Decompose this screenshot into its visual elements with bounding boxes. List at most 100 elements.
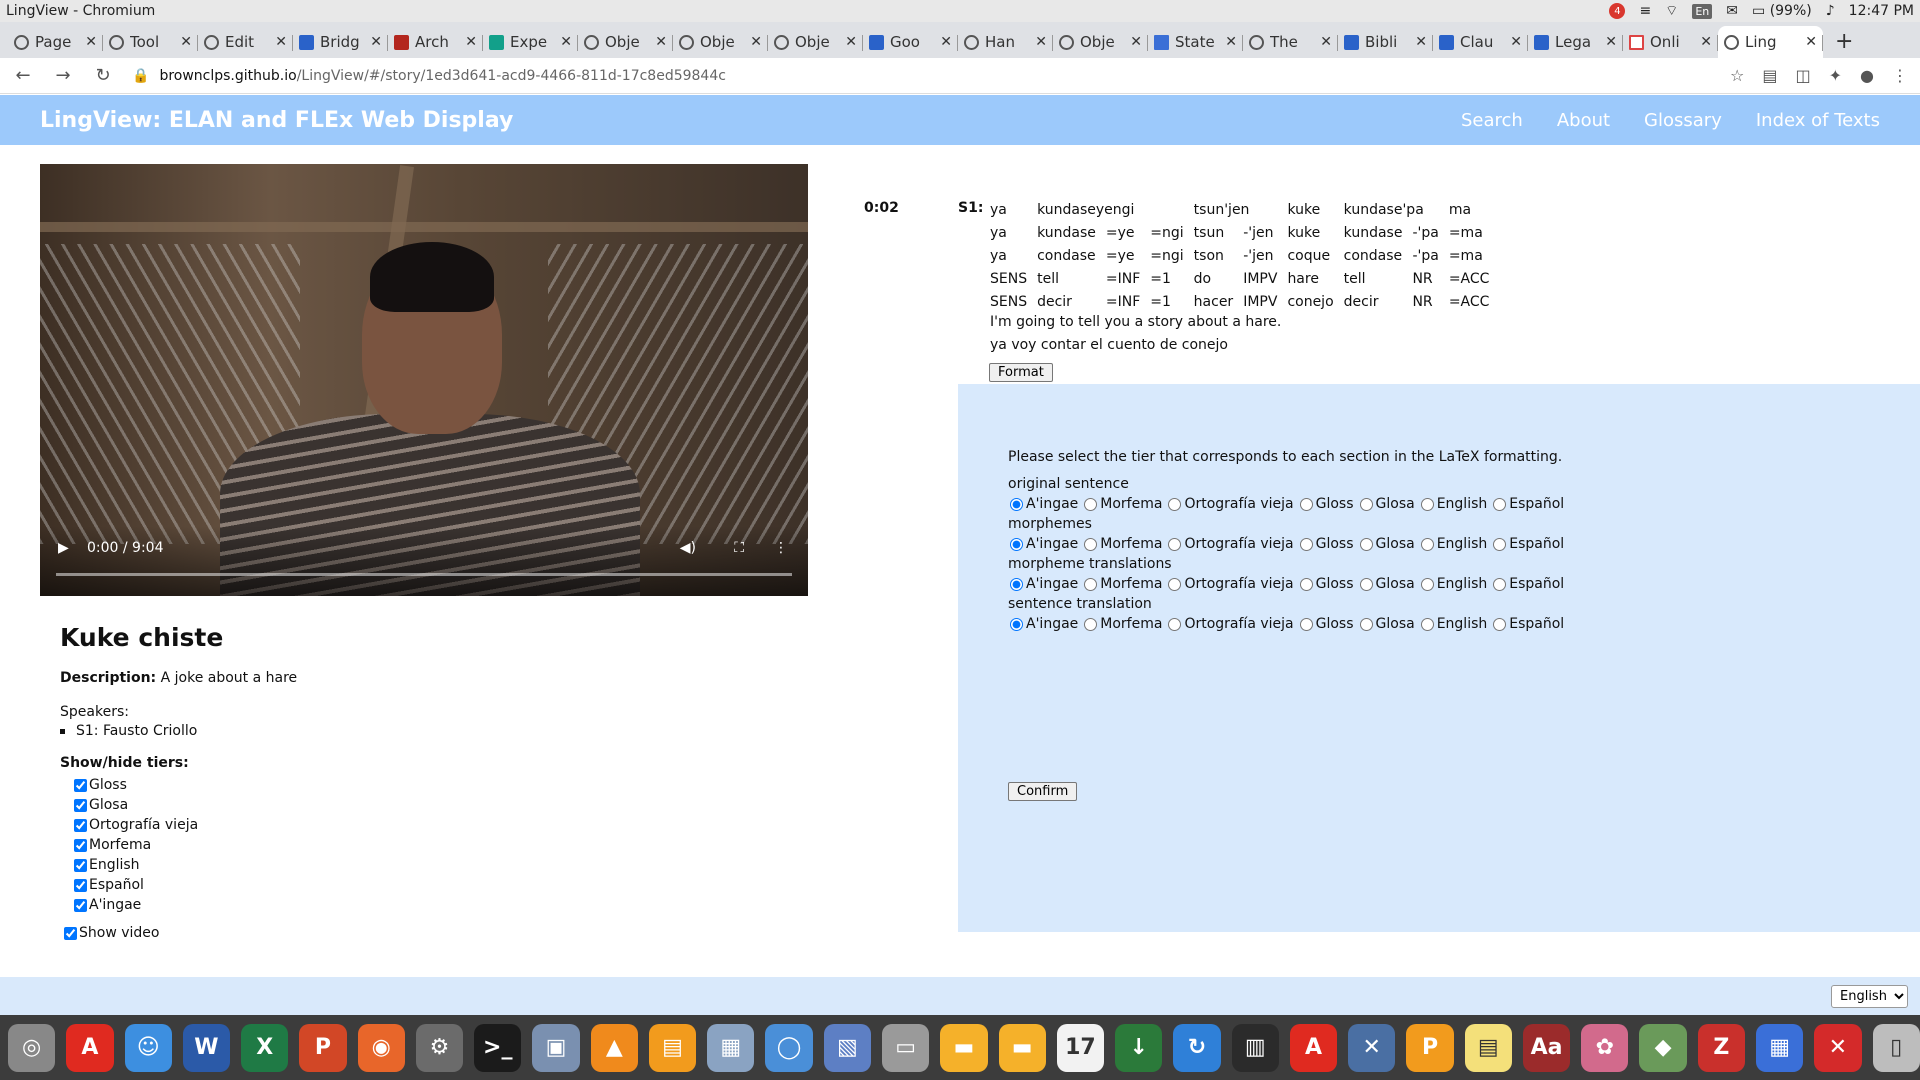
latex-radio[interactable] [1359,497,1373,511]
forward-icon[interactable]: → [52,65,74,86]
notes-icon[interactable]: ▧ [823,1023,871,1072]
download-icon[interactable]: ↓ [1115,1023,1163,1072]
folder-icon[interactable]: ▬ [940,1023,988,1072]
disk-icon[interactable]: ▭ [881,1023,930,1072]
tab-close-icon[interactable]: ✕ [1605,34,1617,50]
screenshot-icon[interactable]: ◫ [1796,66,1811,85]
tab-close-icon[interactable]: ✕ [845,34,857,50]
tier-toggle[interactable]: Morfema [74,835,760,855]
latex-radio[interactable] [1010,577,1023,591]
instruments-icon[interactable]: ▦ [1755,1023,1804,1072]
latex-radio-option[interactable]: Glosa [1359,496,1415,512]
tier-checkbox[interactable] [74,878,87,892]
latex-radio[interactable] [1168,497,1182,511]
latex-radio-option[interactable]: Morfema [1084,576,1162,592]
tier-toggle[interactable]: Español [74,875,760,895]
chrome-icon[interactable]: ◎ [8,1023,56,1072]
nav-search[interactable]: Search [1461,110,1523,131]
extensions-icon[interactable]: ✦ [1829,66,1842,85]
tab-close-icon[interactable]: ✕ [1510,34,1522,50]
latex-radio[interactable] [1084,497,1098,511]
reload-icon[interactable]: ↻ [92,65,114,86]
latex-radio[interactable] [1493,617,1507,631]
tab-close-icon[interactable]: ✕ [560,34,572,50]
tab-close-icon[interactable]: ✕ [750,34,762,50]
latex-radio[interactable] [1299,537,1313,551]
latex-radio-option[interactable]: Ortografía vieja [1168,616,1294,632]
latex-radio[interactable] [1084,577,1098,591]
browser-tab[interactable]: Lega ✕ [1528,26,1623,58]
latex-radio-option[interactable]: A'ingae [1010,616,1078,632]
address-bar[interactable]: 🔒 brownclps.github.io/LingView/#/story/1… [132,68,1712,84]
latex-radio[interactable] [1010,617,1023,631]
latex-radio-option[interactable]: Gloss [1299,536,1354,552]
latex-radio[interactable] [1168,537,1182,551]
latex-radio[interactable] [1010,537,1023,551]
tier-checkbox[interactable] [74,838,87,852]
keyboard-language-indicator[interactable]: En [1692,3,1713,19]
browser-tab[interactable]: Page ✕ [8,26,103,58]
latex-radio-option[interactable]: Morfema [1084,616,1162,632]
browser-tab[interactable]: Tool ✕ [103,26,198,58]
image-capture-icon[interactable]: ▦ [707,1023,755,1072]
sentence-timestamp[interactable]: 0:02 [864,200,899,216]
latex-radio[interactable] [1420,497,1434,511]
back-icon[interactable]: ← [12,65,34,86]
tier-checkbox[interactable] [74,858,87,872]
tab-close-icon[interactable]: ✕ [1225,34,1237,50]
browser-tab[interactable]: Clau ✕ [1433,26,1528,58]
latex-radio[interactable] [1010,497,1023,511]
calendar-icon[interactable]: 17 [1056,1023,1105,1072]
browser-tab[interactable]: Han ✕ [958,26,1053,58]
mail-icon[interactable]: ✉ [1726,3,1738,19]
language-select[interactable]: English [1831,985,1908,1008]
latex-radio-option[interactable]: Gloss [1299,576,1354,592]
nav-glossary[interactable]: Glossary [1644,110,1722,131]
tools-icon[interactable]: ✕ [1814,1023,1862,1072]
stickies-icon[interactable]: ▤ [1464,1023,1512,1072]
tier-checkbox[interactable] [74,778,87,792]
tab-close-icon[interactable]: ✕ [1700,34,1712,50]
latex-radio-option[interactable]: Gloss [1299,616,1354,632]
tab-close-icon[interactable]: ✕ [1805,34,1817,50]
excel-icon[interactable]: X [241,1023,289,1072]
nav-about[interactable]: About [1557,110,1610,131]
acrobat-icon[interactable]: A [66,1023,114,1072]
tab-close-icon[interactable]: ✕ [1035,34,1047,50]
latex-radio-option[interactable]: A'ingae [1010,536,1078,552]
tier-toggle[interactable]: Gloss [74,775,760,795]
latex-radio-option[interactable]: English [1420,536,1487,552]
browser-tab[interactable]: Goo ✕ [863,26,958,58]
video-player[interactable]: ▶ 0:00 / 9:04 ◀) ⛶ ⋮ [40,164,808,596]
latex-radio[interactable] [1168,617,1182,631]
tab-close-icon[interactable]: ✕ [940,34,952,50]
latex-radio-option[interactable]: Gloss [1299,496,1354,512]
browser-tab[interactable]: Bibli ✕ [1338,26,1433,58]
show-video-checkbox[interactable] [64,926,77,940]
latex-radio-option[interactable]: Glosa [1359,536,1415,552]
volume-icon[interactable]: ◀) [680,540,696,556]
latex-radio[interactable] [1084,617,1098,631]
latex-radio-option[interactable]: Español [1493,536,1564,552]
bookmark-star-icon[interactable]: ☆ [1730,66,1744,85]
browser-tab[interactable]: Onli ✕ [1623,26,1718,58]
clock[interactable]: 12:47 PM [1849,3,1914,19]
acrobat2-icon[interactable]: A [1289,1023,1338,1072]
latex-radio[interactable] [1084,537,1098,551]
wifi-icon[interactable]: ⌔ [1665,2,1678,20]
tier-checkbox[interactable] [74,798,87,812]
latex-radio[interactable] [1299,617,1313,631]
vlc-icon[interactable]: ▲ [590,1023,638,1072]
latex-radio-option[interactable]: English [1420,616,1487,632]
tab-close-icon[interactable]: ✕ [370,34,382,50]
split-icon[interactable]: ▥ [1231,1023,1279,1072]
tab-close-icon[interactable]: ✕ [1415,34,1427,50]
browser-tab[interactable]: Obje ✕ [1053,26,1148,58]
notification-badge[interactable]: 4 [1609,3,1626,19]
pages-icon[interactable]: P [1406,1023,1454,1072]
browser-tab[interactable]: Obje ✕ [578,26,673,58]
terminal-icon[interactable]: >_ [474,1023,522,1072]
books-icon[interactable]: ▤ [648,1023,697,1072]
wallpaper-icon[interactable]: ✿ [1581,1023,1629,1072]
latex-radio[interactable] [1420,577,1434,591]
